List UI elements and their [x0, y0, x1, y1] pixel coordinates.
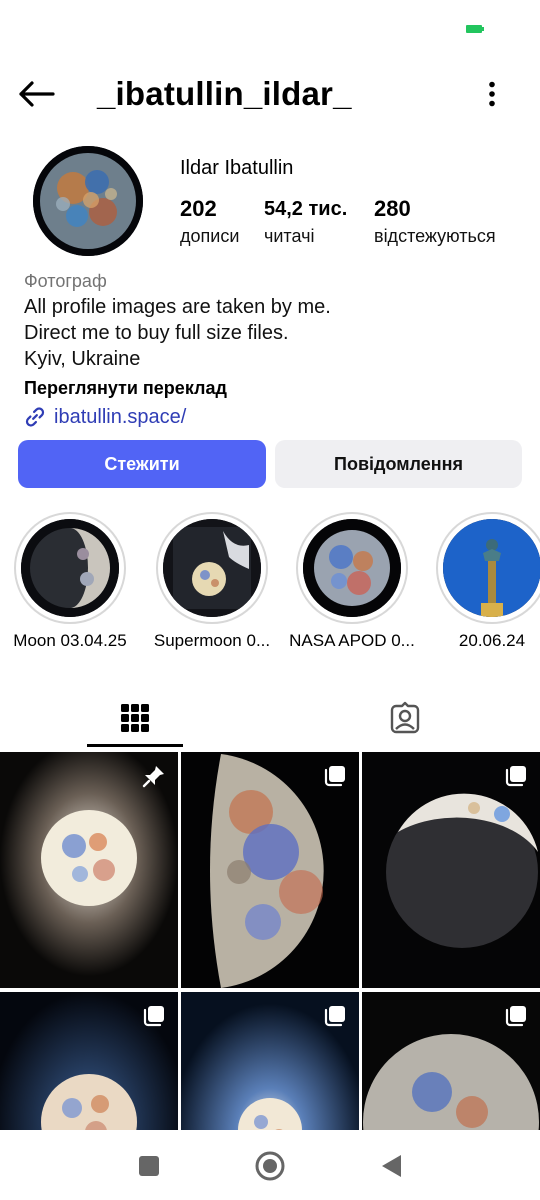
post-thumbnail[interactable]: [362, 752, 540, 988]
carousel-icon: [324, 1006, 345, 1027]
arrow-left-icon: [19, 81, 55, 107]
highlight-caption: NASA APOD 0...: [289, 631, 415, 650]
followers-count-label: читачі: [264, 226, 315, 246]
follow-button[interactable]: Стежити: [18, 440, 266, 488]
carousel-icon: [505, 1006, 526, 1027]
following-count[interactable]: 280 відстежуються: [374, 194, 496, 248]
grid-icon: [121, 704, 149, 732]
post-thumbnail[interactable]: [362, 992, 540, 1130]
carousel-icon: [143, 1006, 164, 1027]
post-thumbnail[interactable]: [0, 992, 178, 1130]
colorful-moon-image: [303, 519, 401, 617]
posts-count-value: 202: [180, 196, 217, 221]
active-tab-indicator: [87, 744, 183, 747]
highlight-200624[interactable]: 20.06.24: [432, 512, 540, 652]
see-translation-link[interactable]: Переглянути переклад: [24, 374, 524, 402]
highlight-thumbnail: [21, 519, 119, 617]
battery-icon: [466, 25, 484, 33]
profile-website-link[interactable]: ibatullin.space/: [24, 403, 524, 431]
posts-grid: [0, 752, 540, 1130]
following-count-value: 280: [374, 196, 411, 221]
more-options-button[interactable]: [472, 74, 512, 114]
bio-line: All profile images are taken by me.: [24, 296, 331, 318]
posts-count[interactable]: 202 дописи: [180, 194, 239, 248]
profile-bio: Фотограф All profile images are taken by…: [24, 268, 524, 431]
story-highlights: Moon 03.04.25 Supermoon 0... NASA APOD 0…: [0, 512, 540, 662]
top-bar: _ibatullin_ildar_: [0, 64, 540, 124]
highlight-ring: [436, 512, 540, 624]
profile-username: _ibatullin_ildar_: [97, 75, 352, 112]
tab-posts-grid[interactable]: [0, 688, 270, 748]
followers-count-value: 54,2 тис.: [264, 198, 348, 220]
following-count-label: відстежуються: [374, 226, 496, 246]
bio-line: Direct me to buy full size files.: [24, 322, 289, 344]
back-button[interactable]: [14, 74, 58, 114]
posts-count-label: дописи: [180, 226, 240, 246]
post-thumbnail[interactable]: [0, 752, 178, 988]
tab-tagged[interactable]: [270, 688, 540, 748]
back-nav-button[interactable]: [373, 1148, 409, 1184]
profile-website-text: ibatullin.space/: [54, 406, 187, 428]
square-icon: [139, 1156, 159, 1176]
profile-category: Фотограф: [24, 271, 107, 291]
highlight-caption: Moon 03.04.25: [13, 631, 127, 650]
home-button[interactable]: [252, 1148, 288, 1184]
highlight-nasa-apod[interactable]: NASA APOD 0...: [289, 512, 415, 652]
link-icon: [25, 407, 45, 427]
highlight-thumbnail: [303, 519, 401, 617]
circle-home-icon: [255, 1151, 285, 1181]
recent-apps-button[interactable]: [131, 1148, 167, 1184]
highlight-caption: 20.06.24: [458, 631, 526, 650]
tagged-user-icon: [390, 701, 420, 734]
highlight-thumbnail: [163, 519, 261, 617]
bio-line: Kyiv, Ukraine: [24, 348, 141, 370]
highlight-supermoon[interactable]: Supermoon 0...: [152, 512, 272, 652]
supermoon-image: [163, 519, 261, 617]
moon-avatar-image: [33, 146, 143, 256]
more-vertical-icon: [489, 81, 495, 107]
profile-tabs: [0, 688, 540, 748]
message-button[interactable]: Повідомлення: [275, 440, 522, 488]
highlight-ring: [156, 512, 268, 624]
highlight-ring: [14, 512, 126, 624]
carousel-icon: [324, 766, 345, 787]
highlight-ring: [296, 512, 408, 624]
followers-count[interactable]: 54,2 тис. читачі: [264, 194, 347, 248]
post-thumbnail[interactable]: [181, 992, 359, 1130]
monument-image: [443, 519, 540, 617]
highlight-caption: Supermoon 0...: [153, 631, 271, 650]
half-moon-image: [21, 519, 119, 617]
highlight-moon-030425[interactable]: Moon 03.04.25: [10, 512, 130, 652]
profile-avatar[interactable]: [33, 146, 143, 256]
triangle-back-icon: [382, 1155, 401, 1177]
status-bar: [0, 0, 540, 56]
system-navigation-bar: [0, 1130, 540, 1200]
carousel-icon: [505, 766, 526, 787]
post-thumbnail[interactable]: [181, 752, 359, 988]
pin-icon: [142, 766, 164, 788]
profile-display-name: Ildar Ibatullin: [180, 157, 294, 179]
highlight-thumbnail: [443, 519, 540, 617]
